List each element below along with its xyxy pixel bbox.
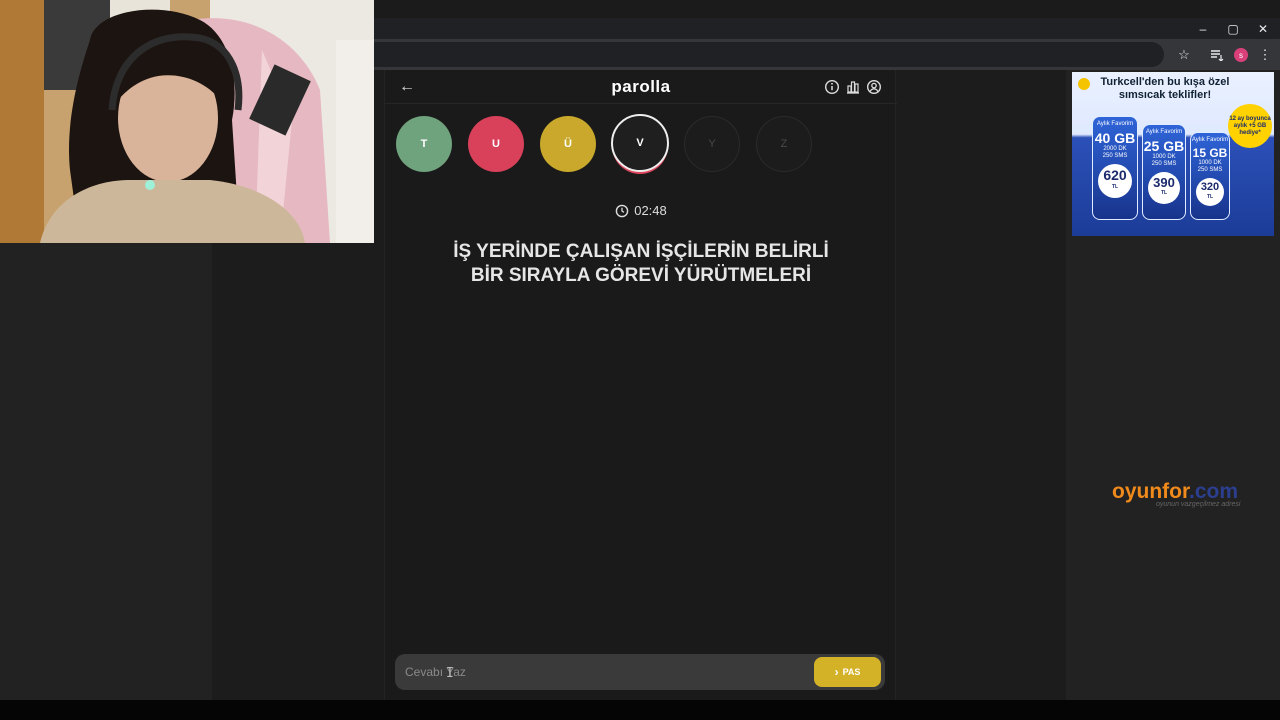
profile-avatar-button[interactable]: s bbox=[1231, 45, 1251, 65]
turkcell-logo-icon bbox=[1078, 78, 1090, 90]
ad-package-25gb: Aylık Favorim 25 GB 1000 DK 250 SMS 390 T… bbox=[1142, 124, 1186, 220]
ad-headline: Turkcell'den bu kışa özel sımsıcak tekli… bbox=[1100, 76, 1230, 101]
turkcell-advertisement[interactable]: Turkcell'den bu kışa özel sımsıcak tekli… bbox=[1072, 72, 1274, 236]
price-value: 620 bbox=[1103, 167, 1127, 183]
clock-icon bbox=[615, 204, 629, 217]
letter-label: V bbox=[636, 137, 644, 149]
letter-label: Z bbox=[780, 138, 788, 150]
package-name: Aylık Favorim bbox=[1096, 121, 1134, 127]
price-currency: TL bbox=[1206, 194, 1214, 200]
text-cursor-icon: I bbox=[446, 666, 454, 681]
parolla-game-panel: ← parolla T U Ü V Y Z 02:48 İŞ YERİNDE Ç… bbox=[384, 70, 897, 700]
taskbar-strip bbox=[0, 700, 1280, 720]
package-minutes: 1000 DK bbox=[1198, 160, 1222, 166]
brand-name-part1: oyunfor bbox=[1112, 480, 1189, 503]
browser-menu-icon[interactable]: ⋮ bbox=[1255, 45, 1275, 65]
stats-chart-icon[interactable] bbox=[845, 79, 861, 95]
minimize-button[interactable]: – bbox=[1188, 18, 1218, 39]
webcam-image bbox=[0, 0, 374, 243]
letter-label: Y bbox=[708, 138, 716, 150]
page-right-gutter bbox=[896, 70, 1066, 700]
letter-circle-z: Z bbox=[756, 116, 812, 172]
address-bar[interactable] bbox=[374, 42, 1164, 67]
avatar: s bbox=[1234, 48, 1248, 62]
package-minutes: 1000 DK bbox=[1152, 154, 1176, 160]
answer-input[interactable] bbox=[405, 662, 795, 682]
page-title: parolla bbox=[611, 77, 671, 96]
timer-value: 02:48 bbox=[634, 203, 667, 218]
package-price: 390 TL bbox=[1148, 172, 1180, 204]
package-price: 320 TL bbox=[1196, 178, 1224, 206]
brand-name-part2: .com bbox=[1189, 480, 1239, 503]
price-currency: TL bbox=[1160, 190, 1168, 196]
price-value: 390 bbox=[1153, 175, 1175, 190]
package-data: 40 GB bbox=[1094, 130, 1136, 146]
package-name: Aylık Favorim bbox=[1145, 129, 1183, 135]
package-data: 25 GB bbox=[1143, 138, 1185, 154]
brand-tagline: oyunun vazgeçilmez adresi bbox=[1156, 501, 1241, 508]
letter-circle-u-umlaut: Ü bbox=[540, 116, 596, 172]
question-text: İŞ YERİNDE ÇALIŞAN İŞÇİLERİN BELİRLİ BİR… bbox=[453, 241, 829, 286]
package-data: 15 GB bbox=[1192, 146, 1228, 160]
answer-bar: › PAS bbox=[395, 654, 885, 690]
package-price: 620 TL bbox=[1098, 164, 1132, 198]
package-name: Aylık Favorim bbox=[1191, 137, 1229, 143]
info-icon[interactable] bbox=[824, 79, 840, 95]
pass-button[interactable]: › PAS bbox=[814, 657, 881, 687]
ad-package-40gb: Aylık Favorim 40 GB 2000 DK 250 SMS 620 T… bbox=[1092, 116, 1138, 220]
chevron-right-icon: › bbox=[834, 665, 839, 679]
ad-bonus-badge: 12 ay boyunca aylık +5 GB hediye* bbox=[1228, 104, 1272, 148]
page-left-area bbox=[0, 243, 212, 700]
maximize-button[interactable]: ▢ bbox=[1218, 18, 1248, 39]
package-sms: 250 SMS bbox=[1102, 153, 1128, 159]
letter-label: T bbox=[420, 138, 428, 150]
ad-package-15gb: Aylık Favorim 15 GB 1000 DK 250 SMS 320 T… bbox=[1190, 132, 1230, 220]
close-window-button[interactable]: ✕ bbox=[1248, 18, 1278, 39]
webcam-overlay bbox=[0, 0, 374, 243]
letter-label: Ü bbox=[564, 138, 572, 150]
screen: – ▢ ✕ ☆ s ⋮ ← parolla T U Ü V Y Z 02:48 … bbox=[0, 0, 1280, 720]
game-header: ← parolla bbox=[385, 70, 897, 104]
bookmark-star-icon[interactable]: ☆ bbox=[1174, 45, 1194, 65]
package-minutes: 2000 DK bbox=[1103, 146, 1127, 152]
countdown-timer: 02:48 bbox=[385, 203, 897, 218]
letter-circle-u: U bbox=[468, 116, 524, 172]
pass-label: PAS bbox=[842, 667, 861, 677]
letter-circle-t: T bbox=[396, 116, 452, 172]
browser-titlebar: – ▢ ✕ bbox=[374, 18, 1280, 39]
package-sms: 250 SMS bbox=[1151, 161, 1177, 167]
letter-circle-y: Y bbox=[684, 116, 740, 172]
letter-label: U bbox=[492, 138, 500, 150]
price-value: 320 bbox=[1200, 181, 1220, 193]
browser-toolbar: ☆ s ⋮ bbox=[374, 39, 1280, 70]
letter-circle-v-current: V bbox=[611, 114, 669, 172]
user-profile-icon[interactable] bbox=[866, 79, 882, 95]
media-queue-icon[interactable] bbox=[1207, 45, 1227, 65]
price-currency: TL bbox=[1111, 184, 1119, 190]
package-sms: 250 SMS bbox=[1197, 167, 1223, 173]
